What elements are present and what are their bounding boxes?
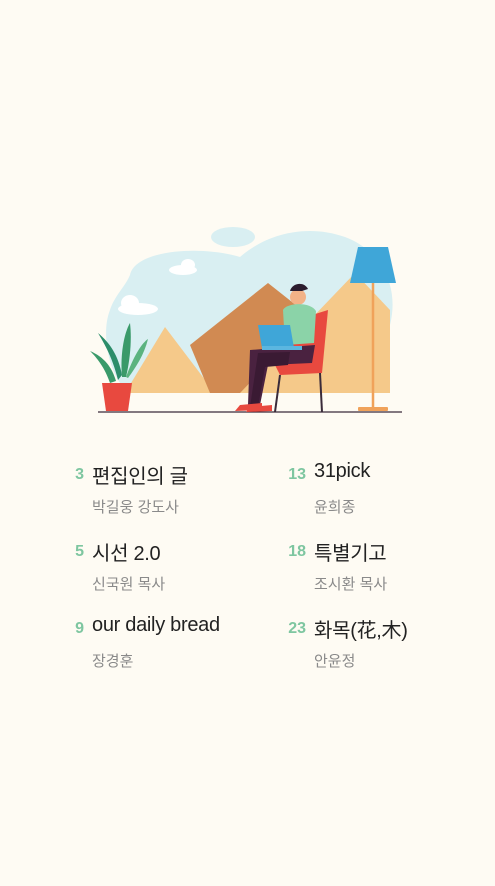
article-author: 윤희종 [314,499,356,516]
page-number: 3 [75,466,84,483]
page-number: 9 [75,620,84,637]
page-number: 5 [75,543,84,560]
article-title: 시선 2.0 [92,543,161,565]
toc-item[interactable]: 23 화목(花,木) 안윤정 [284,612,484,672]
article-author: 조시환 목사 [314,576,388,593]
article-title: our daily bread [92,614,220,636]
toc-item[interactable]: 3 편집인의 글 박길웅 강도사 [62,458,262,518]
page-number: 23 [288,620,306,637]
article-title: 편집인의 글 [92,466,188,488]
article-title: 특별기고 [314,543,387,565]
article-author: 신국원 목사 [92,576,166,593]
article-title: 31pick [314,460,371,482]
page-number: 18 [288,543,306,560]
page-number: 13 [288,466,306,483]
small-cloud [211,227,255,247]
hero-illustration [90,227,402,413]
article-author: 안윤정 [314,653,356,670]
toc-item[interactable]: 13 31pick 윤희종 [284,458,484,518]
toc-item[interactable]: 5 시선 2.0 신국원 목사 [62,535,262,595]
toc-item[interactable]: 18 특별기고 조시환 목사 [284,535,484,595]
article-author: 박길웅 강도사 [92,499,179,516]
article-title: 화목(花,木) [314,620,408,642]
toc-item[interactable]: 9 our daily bread 장경훈 [62,612,262,672]
article-author: 장경훈 [92,653,134,670]
